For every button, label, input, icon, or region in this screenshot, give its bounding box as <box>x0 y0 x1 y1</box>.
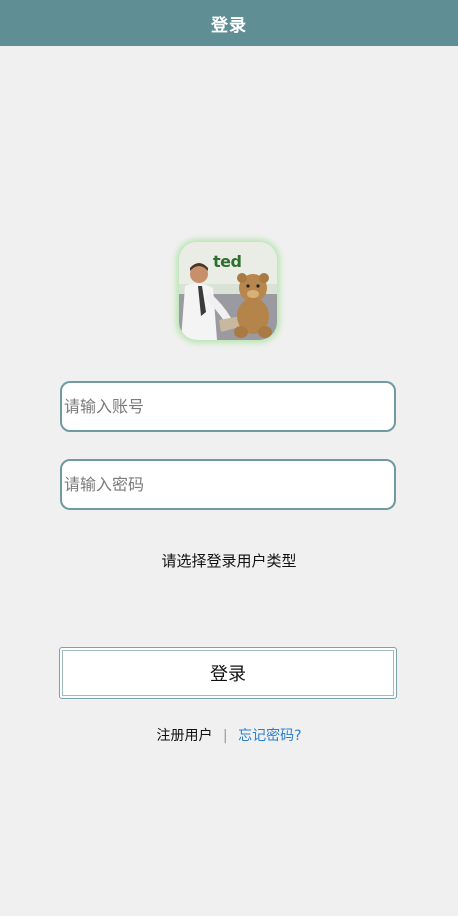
password-input[interactable] <box>60 459 396 510</box>
page-title: 登录 <box>211 15 247 36</box>
link-separator: | <box>222 728 228 744</box>
top-header: 登录 <box>0 0 458 46</box>
login-button[interactable]: 登录 <box>59 647 397 699</box>
register-link[interactable]: 注册用户 <box>156 728 212 744</box>
account-input[interactable] <box>60 381 396 432</box>
app-logo: ted <box>179 242 277 340</box>
logo-text: ted <box>213 252 242 271</box>
auth-links: 注册用户 | 忘记密码? <box>0 725 458 745</box>
user-type-selector[interactable]: 请选择登录用户类型 <box>0 550 458 571</box>
forgot-password-link[interactable]: 忘记密码? <box>238 728 301 744</box>
